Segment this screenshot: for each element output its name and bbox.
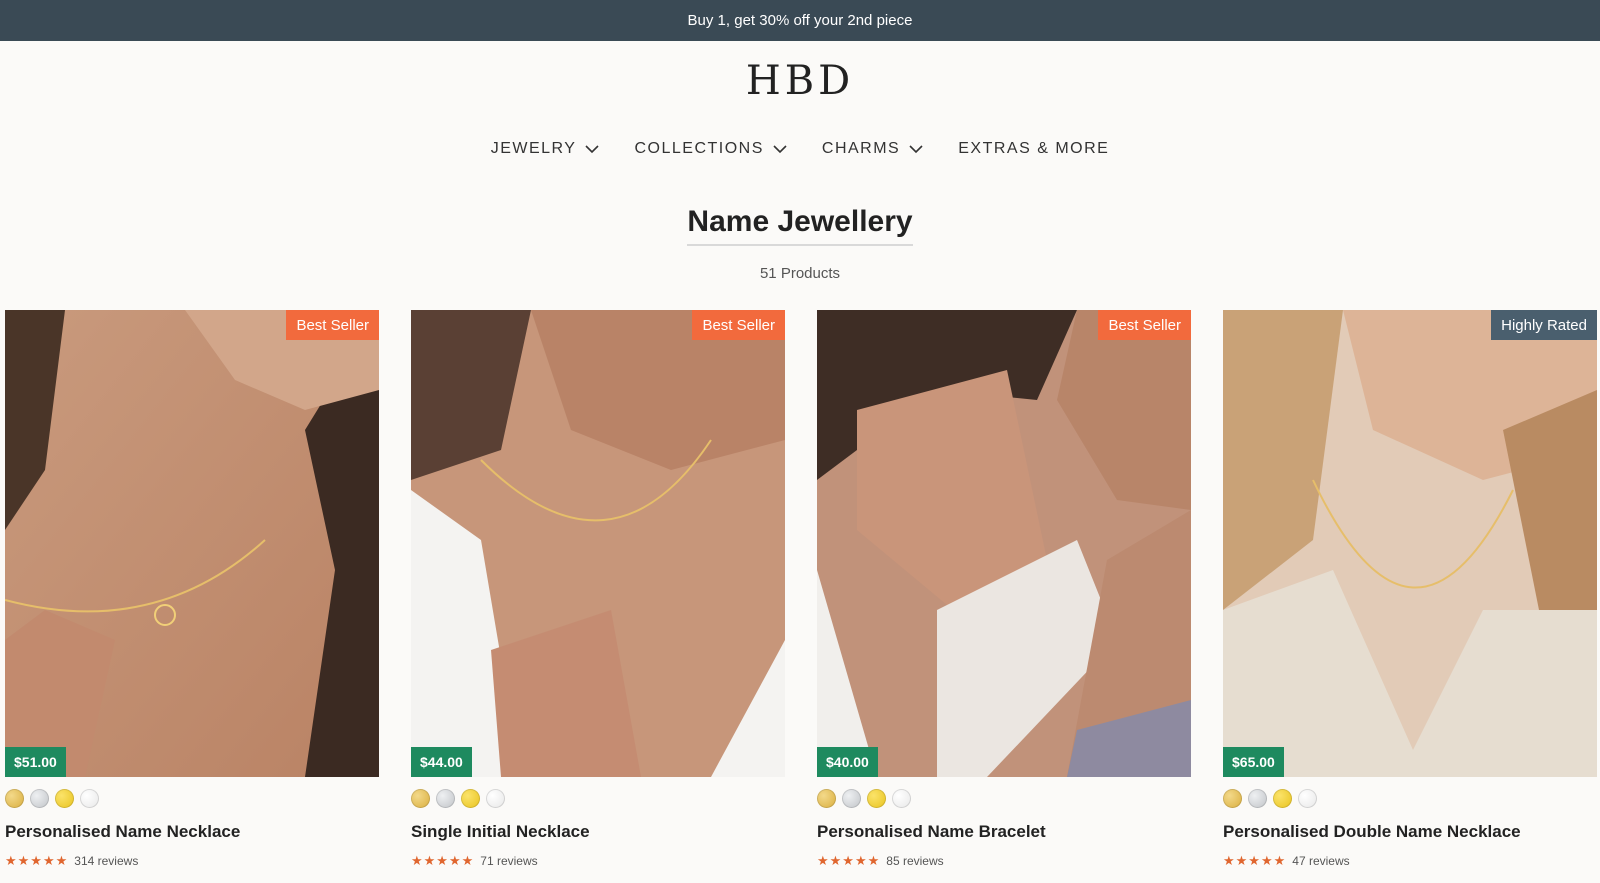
product-card[interactable]: Best Seller $44.00 Single Initial Neckla…	[411, 310, 785, 869]
swatch-gold[interactable]	[5, 789, 24, 808]
swatch-silver[interactable]	[1248, 789, 1267, 808]
review-count[interactable]: 314 reviews	[74, 854, 138, 868]
product-rating: ★★★★★ 47 reviews	[1223, 853, 1597, 869]
price-tag: $44.00	[411, 747, 472, 777]
product-photo	[411, 310, 785, 777]
product-card[interactable]: Best Seller $40.00 Personalised Name Bra…	[817, 310, 1191, 869]
swatch-gold[interactable]	[411, 789, 430, 808]
swatch-gold[interactable]	[1223, 789, 1242, 808]
star-icon: ★★★★★	[411, 853, 475, 868]
swatch-yellow-gold[interactable]	[461, 789, 480, 808]
announcement-bar: Buy 1, get 30% off your 2nd piece	[0, 0, 1600, 41]
swatch-yellow-gold[interactable]	[1273, 789, 1292, 808]
star-icon: ★★★★★	[1223, 853, 1287, 868]
product-name[interactable]: Personalised Name Bracelet	[817, 822, 1191, 842]
announcement-text: Buy 1, get 30% off your 2nd piece	[687, 12, 913, 29]
color-swatches	[5, 789, 379, 809]
color-swatches	[817, 789, 1191, 809]
chevron-down-icon	[585, 145, 600, 154]
product-name[interactable]: Personalised Double Name Necklace	[1223, 822, 1597, 842]
product-photo	[1223, 310, 1597, 777]
chevron-down-icon	[773, 145, 787, 154]
swatch-silver[interactable]	[30, 789, 49, 808]
swatch-white-silver[interactable]	[1298, 789, 1317, 808]
product-image[interactable]: Best Seller $40.00	[817, 310, 1191, 777]
nav-item-label: EXTRAS & MORE	[958, 140, 1110, 157]
product-card[interactable]: Best Seller $51.00 Personalised Name Nec…	[5, 310, 379, 869]
review-count[interactable]: 71 reviews	[480, 854, 537, 868]
product-image[interactable]: Best Seller $44.00	[411, 310, 785, 777]
star-icon: ★★★★★	[5, 853, 69, 868]
highly-rated-badge: Highly Rated	[1491, 310, 1597, 340]
product-card[interactable]: Highly Rated $65.00 Personalised Double …	[1223, 310, 1597, 869]
page-header: Name Jewellery	[0, 203, 1600, 246]
product-rating: ★★★★★ 314 reviews	[5, 853, 379, 869]
star-icon: ★★★★★	[817, 853, 881, 868]
product-rating: ★★★★★ 71 reviews	[411, 853, 785, 869]
nav-item-label: CHARMS	[821, 140, 901, 157]
product-name[interactable]: Personalised Name Necklace	[5, 822, 379, 842]
swatch-white-silver[interactable]	[486, 789, 505, 808]
brand-logo[interactable]: HBD	[0, 58, 1600, 104]
page-title: Name Jewellery	[687, 203, 913, 246]
product-image[interactable]: Highly Rated $65.00	[1223, 310, 1597, 777]
best-seller-badge: Best Seller	[1098, 310, 1191, 340]
best-seller-badge: Best Seller	[286, 310, 379, 340]
chevron-down-icon	[909, 145, 923, 154]
nav-item-collections[interactable]: COLLECTIONS	[634, 140, 787, 158]
product-rating: ★★★★★ 85 reviews	[817, 853, 1191, 869]
nav-item-jewelry[interactable]: JEWELRY	[491, 140, 601, 158]
best-seller-badge: Best Seller	[692, 310, 785, 340]
review-count[interactable]: 85 reviews	[886, 854, 943, 868]
product-name[interactable]: Single Initial Necklace	[411, 822, 785, 842]
nav-item-label: COLLECTIONS	[634, 140, 764, 157]
swatch-yellow-gold[interactable]	[55, 789, 74, 808]
swatch-white-silver[interactable]	[80, 789, 99, 808]
product-photo	[817, 310, 1191, 777]
nav-item-charms[interactable]: CHARMS	[822, 140, 924, 158]
color-swatches	[1223, 789, 1597, 809]
nav-item-label: JEWELRY	[490, 140, 577, 157]
price-tag: $65.00	[1223, 747, 1284, 777]
swatch-silver[interactable]	[436, 789, 455, 808]
main-nav: JEWELRY COLLECTIONS CHARMS EXTRAS & MORE	[0, 140, 1600, 158]
product-photo	[5, 310, 379, 777]
price-tag: $40.00	[817, 747, 878, 777]
swatch-gold[interactable]	[817, 789, 836, 808]
swatch-silver[interactable]	[842, 789, 861, 808]
color-swatches	[411, 789, 785, 809]
product-image[interactable]: Best Seller $51.00	[5, 310, 379, 777]
price-tag: $51.00	[5, 747, 66, 777]
swatch-white-silver[interactable]	[892, 789, 911, 808]
swatch-yellow-gold[interactable]	[867, 789, 886, 808]
review-count[interactable]: 47 reviews	[1292, 854, 1349, 868]
nav-item-extras[interactable]: EXTRAS & MORE	[958, 140, 1109, 158]
product-count: 51 Products	[759, 265, 841, 282]
product-grid: Best Seller $51.00 Personalised Name Nec…	[5, 310, 1599, 883]
